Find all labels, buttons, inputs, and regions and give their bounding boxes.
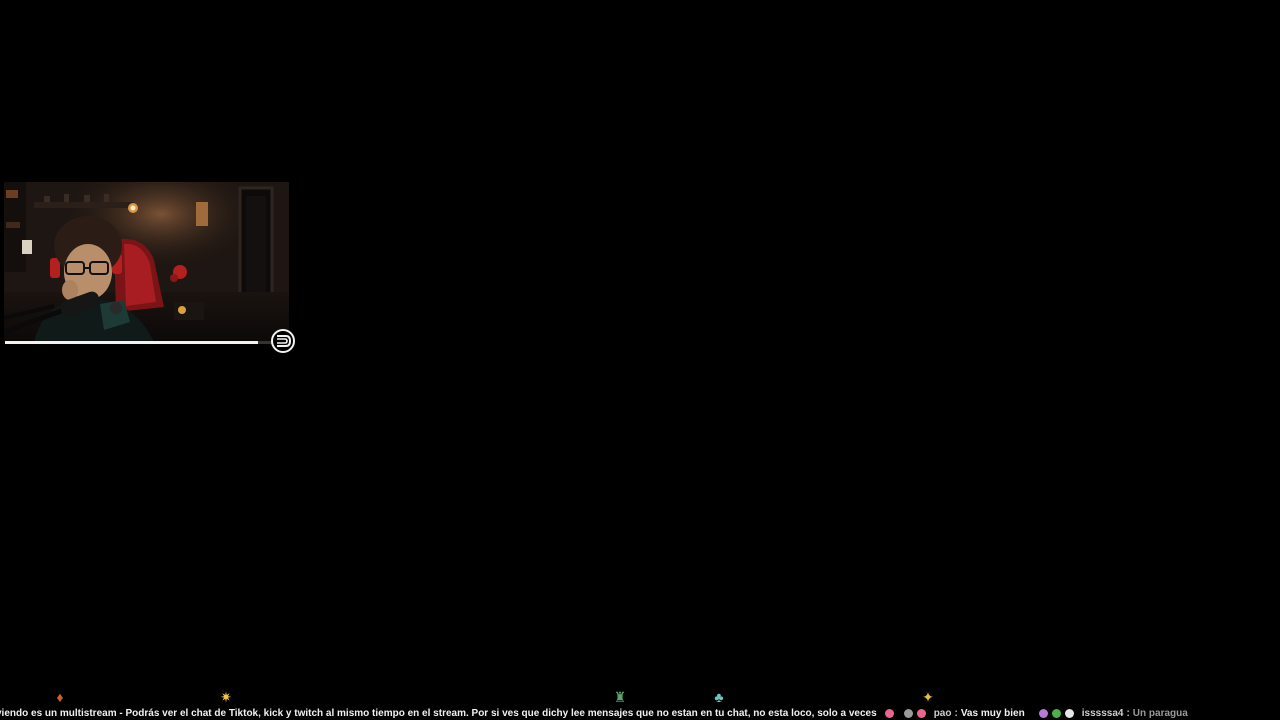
star-sprite-icon: ✦ [922, 689, 934, 705]
badge-pink-icon [884, 708, 894, 718]
chat-message-text: Vas muy bien [960, 707, 1025, 719]
progress-bar-fill [5, 341, 258, 344]
badge-green-icon [1051, 708, 1061, 718]
badge-grey-icon [903, 708, 913, 718]
chat-ticker-row: viendo es un multistream - Podrás ver el… [0, 706, 1188, 720]
chat-message-text: Un paragua [1132, 707, 1188, 719]
stream-brand-logo-icon [270, 328, 296, 354]
chat-username: isssssa4 [1081, 707, 1124, 719]
webcam-overlay [4, 182, 289, 342]
webcam-progress-bar [5, 341, 277, 344]
badge-pink-icon [916, 708, 926, 718]
badge-white-icon [1064, 708, 1074, 718]
ticker-sprite-row: ♦ ✷ ♜ ♣ ✦ [0, 686, 1280, 708]
streamer-webcam-image [4, 182, 289, 342]
chat-ticker-bar: viendo es un multistream - Podrás ver el… [0, 706, 1280, 720]
fairy-sprite-icon: ✷ [220, 689, 232, 705]
chat-separator: : [954, 707, 958, 719]
creature-sprite-icon: ♣ [714, 689, 724, 705]
chat-username: pao [933, 707, 952, 719]
ticker-announcement: viendo es un multistream - Podrás ver el… [0, 707, 877, 719]
badge-purple-icon [1038, 708, 1048, 718]
robot-sprite-icon: ♜ [613, 689, 627, 705]
chat-separator: : [1126, 707, 1130, 719]
sprite-small-icon: ♦ [56, 689, 64, 705]
